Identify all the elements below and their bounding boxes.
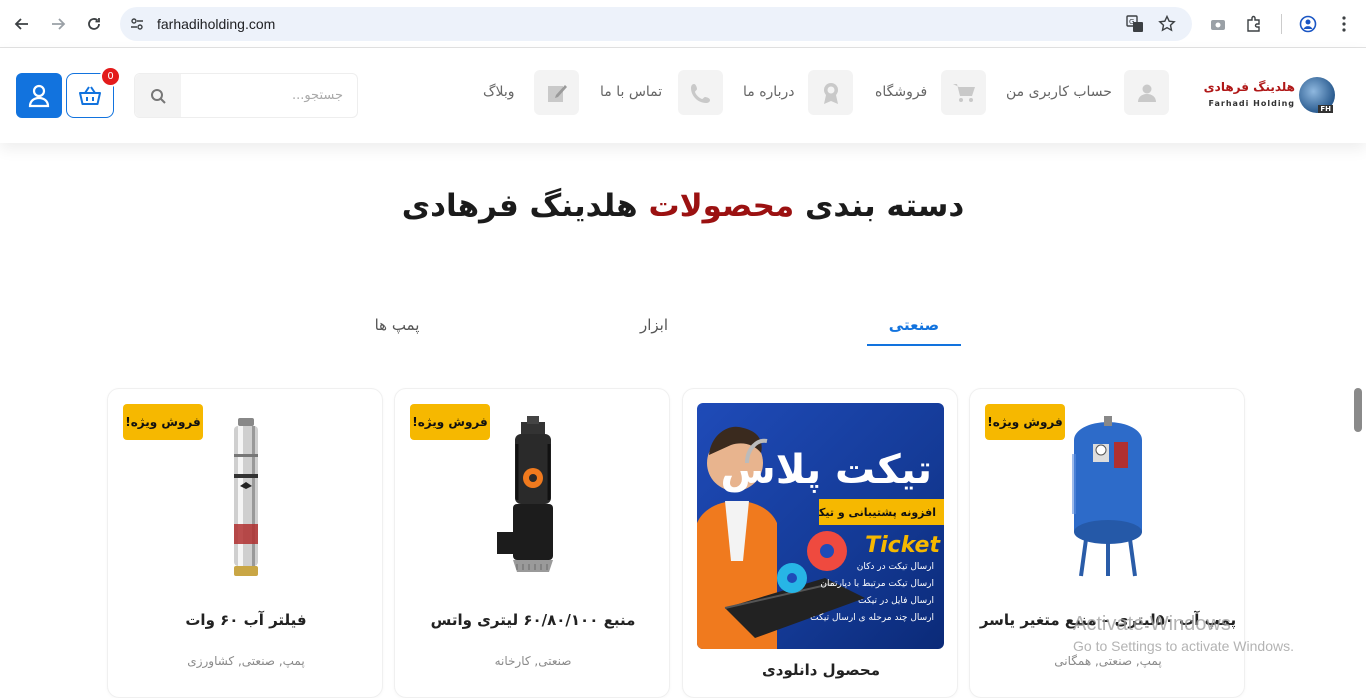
cart-count-badge: 0 xyxy=(100,66,121,87)
promo-feature: ارسال تیکت در دکان xyxy=(856,562,934,572)
toolbar-divider xyxy=(1281,14,1282,34)
user-icon xyxy=(28,84,50,107)
search-icon xyxy=(151,88,166,104)
product-title[interactable]: منبع ۶۰/۸۰/۱۰۰ لیتری واتس xyxy=(395,611,671,629)
nav-blog[interactable]: وبلاگ xyxy=(483,84,515,100)
product-categories[interactable]: صنعتی, کارخانه xyxy=(395,654,671,668)
basket-icon xyxy=(79,85,101,105)
watermark-line2: Go to Settings to activate Windows. xyxy=(1073,638,1294,654)
search-input[interactable] xyxy=(181,74,357,117)
account-button[interactable] xyxy=(16,73,62,118)
tab-pumps[interactable]: پمپ ها xyxy=(350,316,444,346)
forward-icon[interactable] xyxy=(44,10,72,38)
page-scrollbar[interactable] xyxy=(1354,388,1362,432)
translate-icon[interactable]: G xyxy=(1126,15,1144,33)
section-title-part1: دسته بندی xyxy=(805,188,965,224)
product-image-promo[interactable]: تیکت پلاس افزونه پشتیبانی و تیکتینگ Tick… xyxy=(697,403,944,649)
section-title: دسته بندی محصولات هلدینگ فرهادی xyxy=(0,188,1366,224)
extensions-icon[interactable] xyxy=(1244,14,1264,34)
section-title-part2: هلدینگ فرهادی xyxy=(401,188,638,224)
nav-about[interactable]: درباره ما xyxy=(743,84,794,100)
tab-tools[interactable]: ابزار xyxy=(607,316,701,346)
nav-shop-cart-icon[interactable] xyxy=(941,70,986,115)
nav-account-icon[interactable] xyxy=(1124,70,1169,115)
promo-title: تیکت پلاس xyxy=(720,447,932,493)
section-title-highlight: محصولات xyxy=(648,188,795,224)
search-button[interactable] xyxy=(135,74,181,117)
screenshot-icon[interactable] xyxy=(1208,14,1228,34)
menu-icon[interactable] xyxy=(1334,14,1354,34)
logo-globe-icon: FH xyxy=(1299,77,1335,113)
nav-about-award-icon[interactable] xyxy=(808,70,853,115)
product-title[interactable]: فیلتر آب ۶۰ وات xyxy=(108,611,384,629)
reload-icon[interactable] xyxy=(80,10,108,38)
site-logo[interactable]: هلدینگ فرهادی Farhadi Holding FH xyxy=(1203,77,1335,113)
sale-badge: فروش ویژه! xyxy=(985,404,1065,440)
nav-account[interactable]: حساب کاربری من xyxy=(1006,84,1112,100)
logo-name-fa: هلدینگ فرهادی xyxy=(1203,80,1295,94)
product-categories[interactable]: پمپ, صنعتی, کشاورزی xyxy=(108,654,384,668)
logo-name-en: Farhadi Holding xyxy=(1208,99,1295,108)
promo-feature: ارسال فایل در تیکت xyxy=(858,596,934,606)
watermark-line1: Activate Windows xyxy=(1073,613,1231,635)
promo-feature: ارسال تیکت مرتبط با دپارتمان xyxy=(820,579,934,589)
promo-subtitle: افزونه پشتیبانی و تیکتینگ xyxy=(819,499,944,525)
product-categories[interactable]: پمپ, صنعتی, همگانی xyxy=(970,654,1246,668)
product-card[interactable]: فروش ویژه! منبع ۶۰/۸۰/۱۰۰ لیتری واتس صنع… xyxy=(394,388,670,698)
nav-shop[interactable]: فروشگاه xyxy=(875,84,927,100)
promo-feature: ارسال چند مرحله ی ارسال تیکت xyxy=(810,613,934,623)
sale-badge: فروش ویژه! xyxy=(123,404,203,440)
profile-icon[interactable] xyxy=(1298,14,1318,34)
nav-contact-phone-icon[interactable] xyxy=(678,70,723,115)
svg-text:G: G xyxy=(1129,18,1134,26)
logo-mark: FH xyxy=(1318,105,1333,113)
bookmark-star-icon[interactable] xyxy=(1158,15,1176,33)
product-card[interactable]: تیکت پلاس افزونه پشتیبانی و تیکتینگ Tick… xyxy=(682,388,958,698)
nav-blog-edit-icon[interactable] xyxy=(534,70,579,115)
product-title[interactable]: محصول دانلودی xyxy=(683,661,959,679)
promo-feature-list: ارسال تیکت در دکان ارسال تیکت مرتبط با د… xyxy=(810,559,934,627)
site-settings-icon[interactable] xyxy=(128,15,146,33)
product-card[interactable]: فروش ویژه! فیلتر آب ۶۰ وات پمپ, صنعتی, ک… xyxy=(107,388,383,698)
sale-badge: فروش ویژه! xyxy=(410,404,490,440)
url-text[interactable]: farhadiholding.com xyxy=(157,15,275,33)
address-bar[interactable]: farhadiholding.com G xyxy=(120,7,1192,41)
nav-contact[interactable]: تماس با ما xyxy=(600,84,662,100)
browser-toolbar: farhadiholding.com G xyxy=(0,0,1366,48)
windows-activation-watermark: Activate Windows Go to Settings to activ… xyxy=(1073,613,1294,654)
site-search xyxy=(134,73,358,118)
tab-industrial[interactable]: صنعتی xyxy=(867,316,961,346)
promo-en: Ticket xyxy=(865,533,940,558)
back-icon[interactable] xyxy=(8,10,36,38)
